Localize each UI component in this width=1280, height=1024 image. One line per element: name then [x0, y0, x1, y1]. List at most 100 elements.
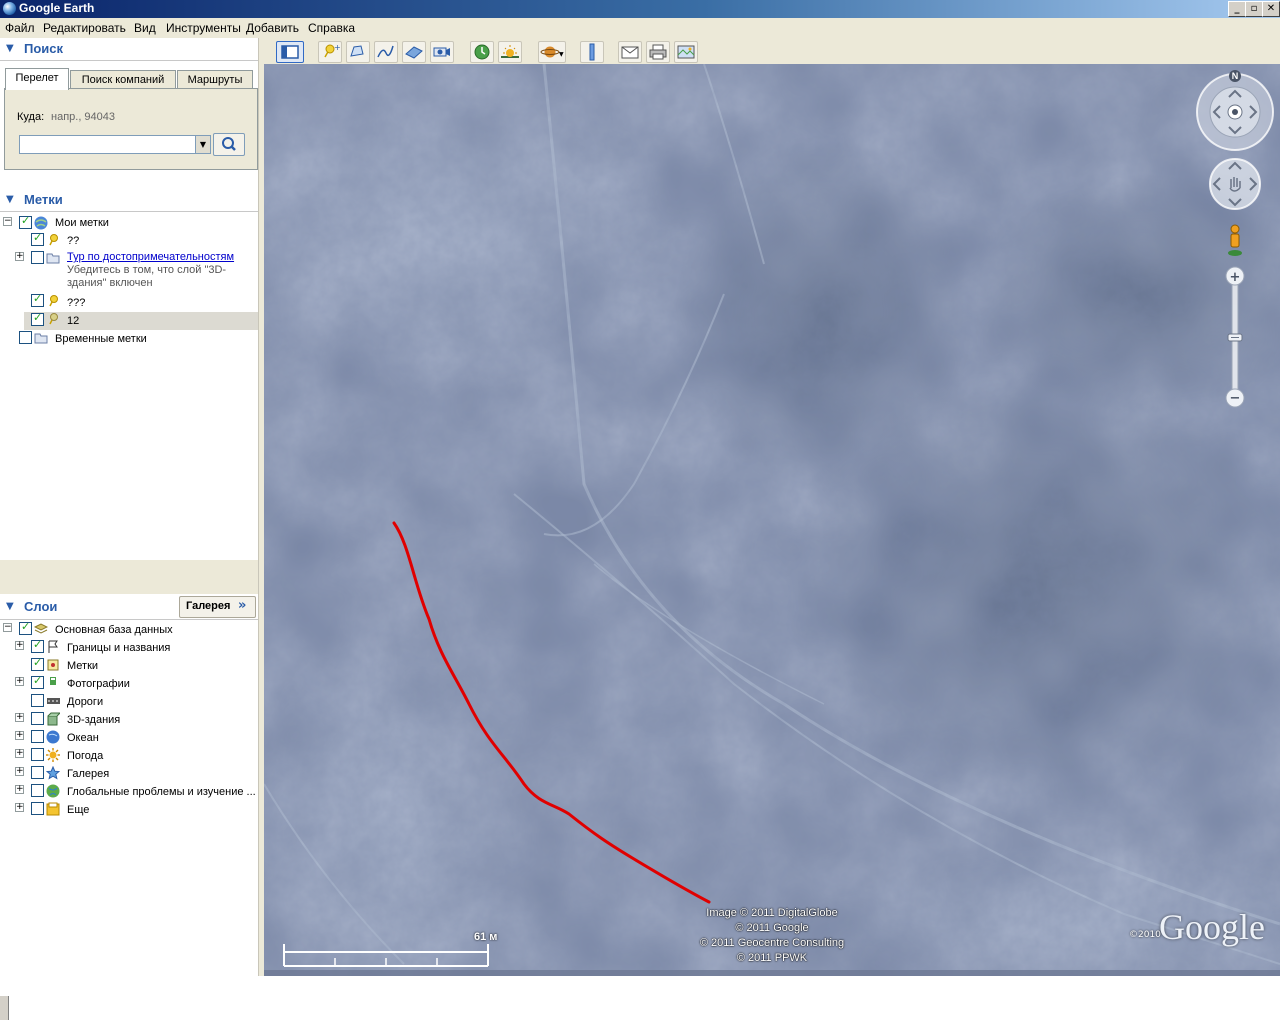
minimize-button[interactable]: _ [1228, 1, 1246, 17]
checkbox[interactable] [31, 802, 44, 815]
compass-look-control[interactable] [1196, 73, 1274, 151]
checkbox[interactable] [31, 766, 44, 779]
credit-line-4: © 2011 PPWK [736, 952, 808, 964]
sunlight-icon [501, 45, 519, 58]
search-input[interactable]: ▼ [19, 135, 211, 154]
layer-gallery[interactable]: Галерея [67, 768, 109, 780]
expand-toggle[interactable]: + [15, 641, 24, 650]
layers-header[interactable]: ▼ Слои Галерея » [0, 594, 258, 620]
satellite-imagery [264, 64, 1280, 976]
dropdown-arrow-icon[interactable]: ▼ [195, 136, 210, 153]
window-title: Google Earth [19, 1, 95, 15]
menu-file[interactable]: Файл [5, 21, 35, 35]
expand-toggle[interactable]: + [15, 785, 24, 794]
print-button[interactable] [646, 41, 670, 63]
checkbox[interactable] [31, 674, 44, 689]
pushpin-icon [49, 295, 58, 307]
ruler-button[interactable] [580, 41, 604, 63]
navigation-controls[interactable]: N + − [1194, 68, 1276, 416]
layer-3d-buildings[interactable]: 3D-здания [67, 714, 120, 726]
add-overlay-button[interactable] [402, 41, 426, 63]
add-path-button[interactable] [374, 41, 398, 63]
add-placemark-icon: + [324, 43, 341, 58]
checkbox[interactable] [19, 620, 32, 635]
menu-edit[interactable]: Редактировать [43, 21, 126, 35]
toolbar: + ▼ [264, 38, 1280, 65]
expand-toggle[interactable]: + [15, 731, 24, 740]
layer-primary-database[interactable]: Основная база данных [55, 624, 173, 636]
view-in-maps-button[interactable] [674, 41, 698, 63]
tab-fly-to[interactable]: Перелет [5, 68, 69, 90]
layer-places[interactable]: Метки [67, 660, 98, 672]
resize-grip[interactable] [0, 996, 9, 1020]
layer-borders-labels[interactable]: Границы и названия [67, 642, 170, 654]
svg-text:▼: ▼ [559, 51, 564, 58]
checkbox[interactable] [31, 784, 44, 797]
tree-item-placemark-12[interactable]: 12 [67, 315, 79, 327]
planets-button[interactable]: ▼ [538, 41, 566, 63]
checkbox[interactable] [31, 748, 44, 761]
expand-toggle[interactable]: + [15, 713, 24, 722]
checkbox[interactable] [31, 712, 44, 725]
planet-icon: ▼ [540, 46, 564, 58]
svg-text:+: + [334, 43, 341, 52]
checkbox[interactable] [31, 251, 44, 264]
historical-imagery-button[interactable] [470, 41, 494, 63]
collapse-arrow-icon[interactable]: ▼ [6, 194, 14, 205]
layer-weather[interactable]: Погода [67, 750, 103, 762]
sunlight-button[interactable] [498, 41, 522, 63]
menu-help[interactable]: Справка [308, 21, 355, 35]
checkbox[interactable] [19, 331, 32, 344]
expand-toggle[interactable]: + [15, 767, 24, 776]
menu-tools[interactable]: Инструменты [166, 21, 241, 35]
expand-toggle[interactable]: + [15, 677, 24, 686]
checkbox[interactable] [31, 231, 44, 246]
checkbox[interactable] [31, 694, 44, 707]
checkbox[interactable] [31, 656, 44, 671]
layer-global-awareness[interactable]: Глобальные проблемы и изучение ... [67, 786, 256, 798]
expand-toggle[interactable]: + [15, 803, 24, 812]
menu-add[interactable]: Добавить [246, 21, 299, 35]
layer-roads[interactable]: Дороги [67, 696, 103, 708]
tab-find-businesses[interactable]: Поиск компаний [70, 70, 176, 89]
places-header[interactable]: ▼ Метки [0, 189, 258, 212]
layer-more[interactable]: Еще [67, 804, 89, 816]
collapse-toggle[interactable]: − [3, 217, 12, 226]
checkbox[interactable] [31, 638, 44, 653]
close-button[interactable]: ✕ [1262, 1, 1280, 17]
checkbox[interactable] [31, 311, 44, 326]
credit-line-3: © 2011 Geocentre Consulting [699, 937, 845, 949]
street-view-pegman[interactable] [1228, 224, 1242, 256]
pan-control[interactable] [1209, 158, 1261, 210]
search-button[interactable] [213, 133, 245, 156]
tree-item-my-places[interactable]: Мои метки [55, 217, 109, 229]
tree-item-temporary-places[interactable]: Временные метки [55, 333, 147, 345]
collapse-arrow-icon[interactable]: ▼ [6, 601, 14, 612]
collapse-arrow-icon[interactable]: ▼ [6, 43, 14, 54]
gallery-button[interactable]: Галерея » [179, 596, 256, 618]
map-view[interactable]: 61 м Image © 2011 DigitalGlobe © 2011 Go… [264, 64, 1280, 976]
collapse-toggle[interactable]: − [3, 623, 12, 632]
status-area [0, 976, 1280, 1024]
sidebar-toggle-button[interactable] [276, 41, 304, 63]
add-placemark-button[interactable]: + [318, 41, 342, 63]
expand-toggle[interactable]: + [15, 252, 24, 261]
search-header[interactable]: ▼ Поиск [0, 38, 258, 61]
tree-item-placemark-1[interactable]: ?? [67, 235, 79, 247]
checkbox[interactable] [19, 214, 32, 229]
menu-view[interactable]: Вид [134, 21, 156, 35]
add-polygon-button[interactable] [346, 41, 370, 63]
tab-directions[interactable]: Маршруты [177, 70, 253, 89]
email-button[interactable] [618, 41, 642, 63]
record-tour-button[interactable] [430, 41, 454, 63]
zoom-slider[interactable]: + − [1225, 266, 1245, 408]
tree-item-sightseeing-tour[interactable]: Тур по достопримечательностям [67, 251, 234, 263]
expand-toggle[interactable]: + [15, 749, 24, 758]
restore-button[interactable]: ▫ [1245, 1, 1263, 17]
checkbox[interactable] [31, 292, 44, 307]
tree-item-placemark-2[interactable]: ??? [67, 297, 85, 309]
scale-label: 61 м [474, 931, 498, 943]
layer-photos[interactable]: Фотографии [67, 678, 130, 690]
layer-ocean[interactable]: Океан [67, 732, 99, 744]
checkbox[interactable] [31, 730, 44, 743]
